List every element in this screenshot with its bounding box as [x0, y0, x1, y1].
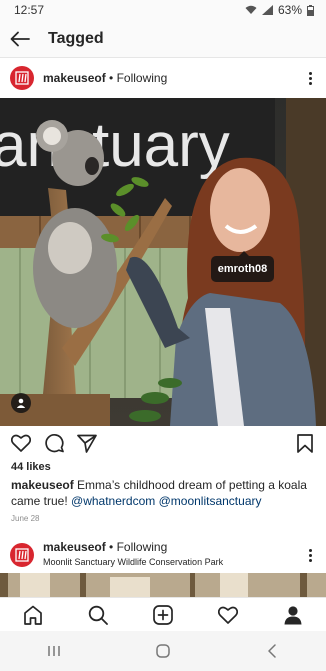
post-username[interactable]: makeuseof: [43, 71, 106, 85]
send-icon: [77, 434, 97, 453]
next-post-header: makeuseof • Following Moonlit Sanctuary …: [0, 537, 326, 573]
home-circle-icon: [156, 644, 170, 658]
profile-icon: [284, 605, 302, 624]
mention-whatnerdcom[interactable]: @whatnerdcom: [71, 494, 155, 508]
following-label: • Following: [105, 540, 168, 554]
more-options-button[interactable]: [304, 68, 316, 88]
status-bar: 12:57 63%: [0, 0, 326, 20]
comment-button[interactable]: [43, 432, 65, 454]
nav-profile[interactable]: [279, 601, 307, 629]
page-title: Tagged: [48, 29, 104, 47]
makeuseof-logo-icon: [15, 548, 29, 562]
new-post-icon: [153, 604, 173, 625]
like-count[interactable]: 44 likes: [11, 461, 51, 473]
nav-new-post[interactable]: [149, 601, 177, 629]
caption-username[interactable]: makeuseof: [11, 478, 74, 492]
post-location[interactable]: Moonlit Sanctuary Wildlife Conservation …: [43, 555, 304, 570]
system-home-button[interactable]: [143, 631, 183, 671]
back-button[interactable]: [0, 20, 40, 58]
system-navigation-bar: [0, 631, 326, 671]
wifi-icon: [245, 5, 257, 14]
post-author[interactable]: makeuseof • Following Moonlit Sanctuary …: [43, 540, 304, 570]
save-button[interactable]: [294, 432, 316, 454]
back-chevron-icon: [267, 644, 276, 658]
recents-button[interactable]: [34, 631, 74, 671]
status-time: 12:57: [14, 3, 45, 17]
more-dots-icon: [308, 548, 312, 552]
more-dots-icon: [308, 71, 312, 75]
person-icon: [16, 398, 26, 408]
share-button[interactable]: [76, 432, 98, 454]
avatar[interactable]: [10, 66, 34, 90]
post-caption: makeuseof Emma’s childhood dream of pett…: [11, 477, 319, 509]
sign-text: anctuary: [0, 111, 230, 180]
post-actions: [0, 426, 326, 460]
comment-icon: [45, 434, 64, 453]
arrow-left-icon: [10, 31, 30, 46]
tagged-people-button[interactable]: [11, 393, 31, 413]
nav-home[interactable]: [19, 601, 47, 629]
post-author[interactable]: makeuseof • Following: [43, 71, 304, 85]
app-bar: Tagged: [0, 20, 326, 58]
nav-search[interactable]: [84, 601, 112, 629]
search-icon: [88, 605, 108, 625]
post-date: June 28: [11, 514, 40, 523]
home-icon: [23, 605, 42, 625]
following-label: • Following: [105, 71, 168, 85]
more-dot: [308, 558, 312, 562]
next-post-photo[interactable]: [0, 573, 326, 597]
post-photo[interactable]: anctuary: [0, 98, 326, 426]
signal-icon: [261, 5, 273, 15]
makeuseof-logo-icon: [15, 71, 29, 85]
heart-icon: [11, 434, 31, 452]
battery-icon: [307, 4, 314, 16]
next-photo-strip: [0, 573, 326, 597]
tagged-user-label[interactable]: emroth08: [211, 251, 274, 282]
more-dot: [308, 553, 312, 557]
avatar[interactable]: [10, 543, 34, 567]
bookmark-icon: [297, 433, 313, 453]
nav-activity[interactable]: [214, 601, 242, 629]
like-button[interactable]: [10, 432, 32, 454]
more-options-button[interactable]: [304, 545, 316, 565]
more-dot: [308, 76, 312, 80]
more-dot: [308, 81, 312, 85]
battery-percent: 63%: [277, 3, 302, 17]
koala-photo-illustration: anctuary: [0, 98, 326, 426]
status-icons: 63%: [245, 3, 314, 17]
recents-icon: [48, 646, 61, 656]
mention-moonlitsanctuary[interactable]: @moonlitsanctuary: [159, 494, 262, 508]
activity-icon: [218, 606, 239, 624]
system-back-button[interactable]: [252, 631, 292, 671]
bottom-navigation: [0, 597, 326, 631]
post-username[interactable]: makeuseof: [43, 540, 106, 554]
post-header: makeuseof • Following: [0, 58, 326, 98]
